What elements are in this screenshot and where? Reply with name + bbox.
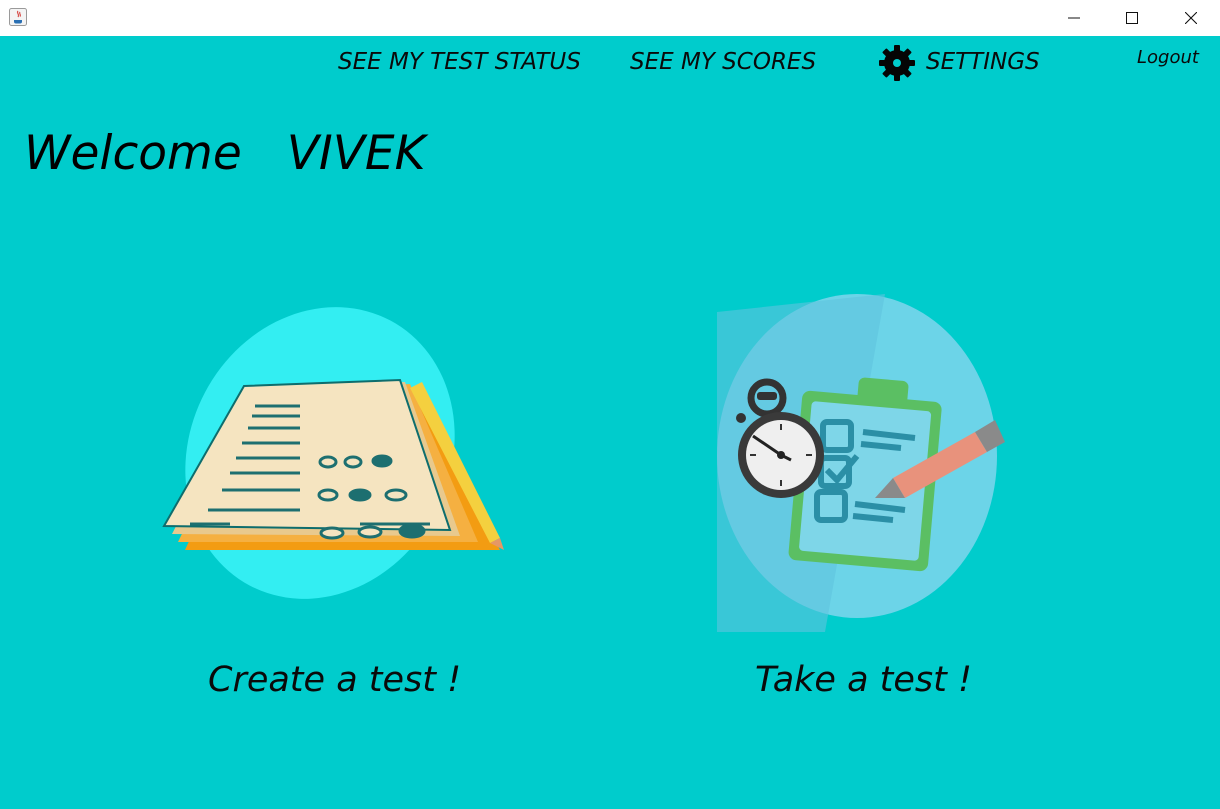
take-test-illustration[interactable] [705, 292, 1005, 638]
welcome-greeting: Welcome [24, 126, 242, 181]
welcome-heading: Welcome VIVEK [24, 126, 425, 181]
user-name: VIVEK [286, 126, 426, 181]
main-panel: SEE MY TEST STATUS SEE MY SCORES SETTING… [0, 36, 1220, 809]
see-my-test-status-link[interactable]: SEE MY TEST STATUS [338, 49, 581, 75]
logout-link[interactable]: Logout [1137, 47, 1199, 68]
settings-link[interactable]: SETTINGS [926, 49, 1040, 75]
maximize-button[interactable] [1103, 0, 1161, 36]
close-button[interactable] [1162, 0, 1220, 36]
maximize-icon [1126, 12, 1138, 24]
take-test-label[interactable]: Take a test ! [755, 660, 972, 700]
create-test-illustration[interactable] [160, 298, 508, 610]
window-titlebar [0, 0, 1220, 36]
create-test-label[interactable]: Create a test ! [208, 660, 461, 700]
minimize-icon [1068, 17, 1080, 19]
java-app-icon [9, 8, 27, 26]
minimize-button[interactable] [1045, 0, 1103, 36]
gear-icon[interactable] [877, 43, 917, 83]
close-icon [1185, 12, 1197, 24]
see-my-scores-link[interactable]: SEE MY SCORES [630, 49, 816, 75]
